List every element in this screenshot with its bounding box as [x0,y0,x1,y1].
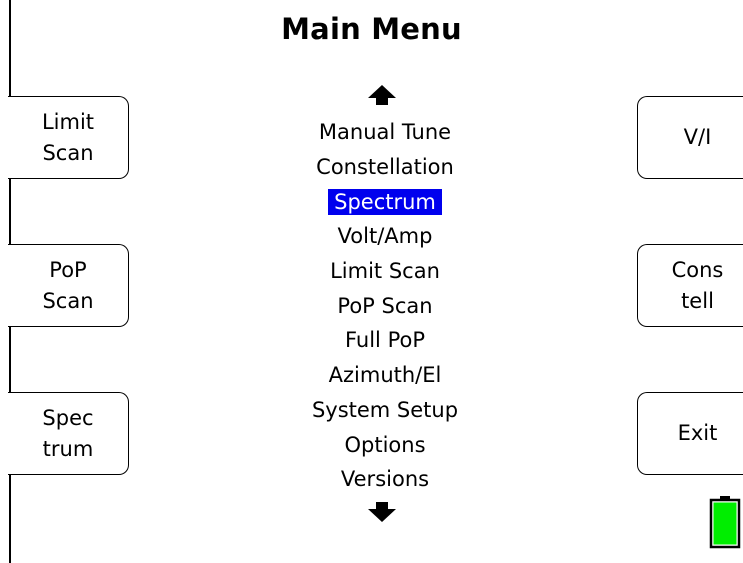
main-menu-list: Manual Tune Constellation Spectrum Volt/… [240,115,530,497]
battery-icon [709,496,741,549]
softkey-spectrum[interactable]: Spec trum [8,392,129,475]
softkey-label-line1: V/I [683,125,712,149]
arrow-down-icon[interactable] [366,500,398,524]
softkey-label-line2: Scan [42,140,94,165]
menu-item-limit-scan[interactable]: Limit Scan [240,254,530,289]
softkey-label-line2: tell [681,288,714,313]
softkey-label-line1: Exit [677,421,718,445]
softkey-constellation[interactable]: Cons tell [637,244,743,327]
softkey-pop-scan[interactable]: PoP Scan [8,244,129,327]
menu-item-versions[interactable]: Versions [240,462,530,497]
menu-item-manual-tune[interactable]: Manual Tune [240,115,530,150]
softkey-exit[interactable]: Exit [637,392,743,475]
softkey-label-line1: Spec [42,405,94,430]
menu-item-full-pop[interactable]: Full PoP [240,323,530,358]
softkey-label-line1: Limit [41,109,95,134]
menu-item-pop-scan[interactable]: PoP Scan [240,288,530,323]
menu-item-system-setup[interactable]: System Setup [240,393,530,428]
menu-item-options[interactable]: Options [240,427,530,462]
main-menu-screen: Main Menu Limit Scan PoP Scan Spec trum … [0,0,743,563]
softkey-label-line2: Scan [42,288,94,313]
menu-item-constellation[interactable]: Constellation [240,150,530,185]
arrow-up-icon[interactable] [366,83,398,107]
page-title: Main Menu [281,12,462,46]
softkey-label-line1: PoP [49,257,87,282]
softkey-label-line1: Cons [671,257,724,282]
softkey-label-line2: trum [42,436,94,461]
menu-item-azimuth-el[interactable]: Azimuth/El [240,358,530,393]
menu-item-volt-amp[interactable]: Volt/Amp [240,219,530,254]
softkey-limit-scan[interactable]: Limit Scan [8,96,129,179]
menu-item-spectrum[interactable]: Spectrum [240,184,530,219]
softkey-v-i[interactable]: V/I [637,96,743,179]
